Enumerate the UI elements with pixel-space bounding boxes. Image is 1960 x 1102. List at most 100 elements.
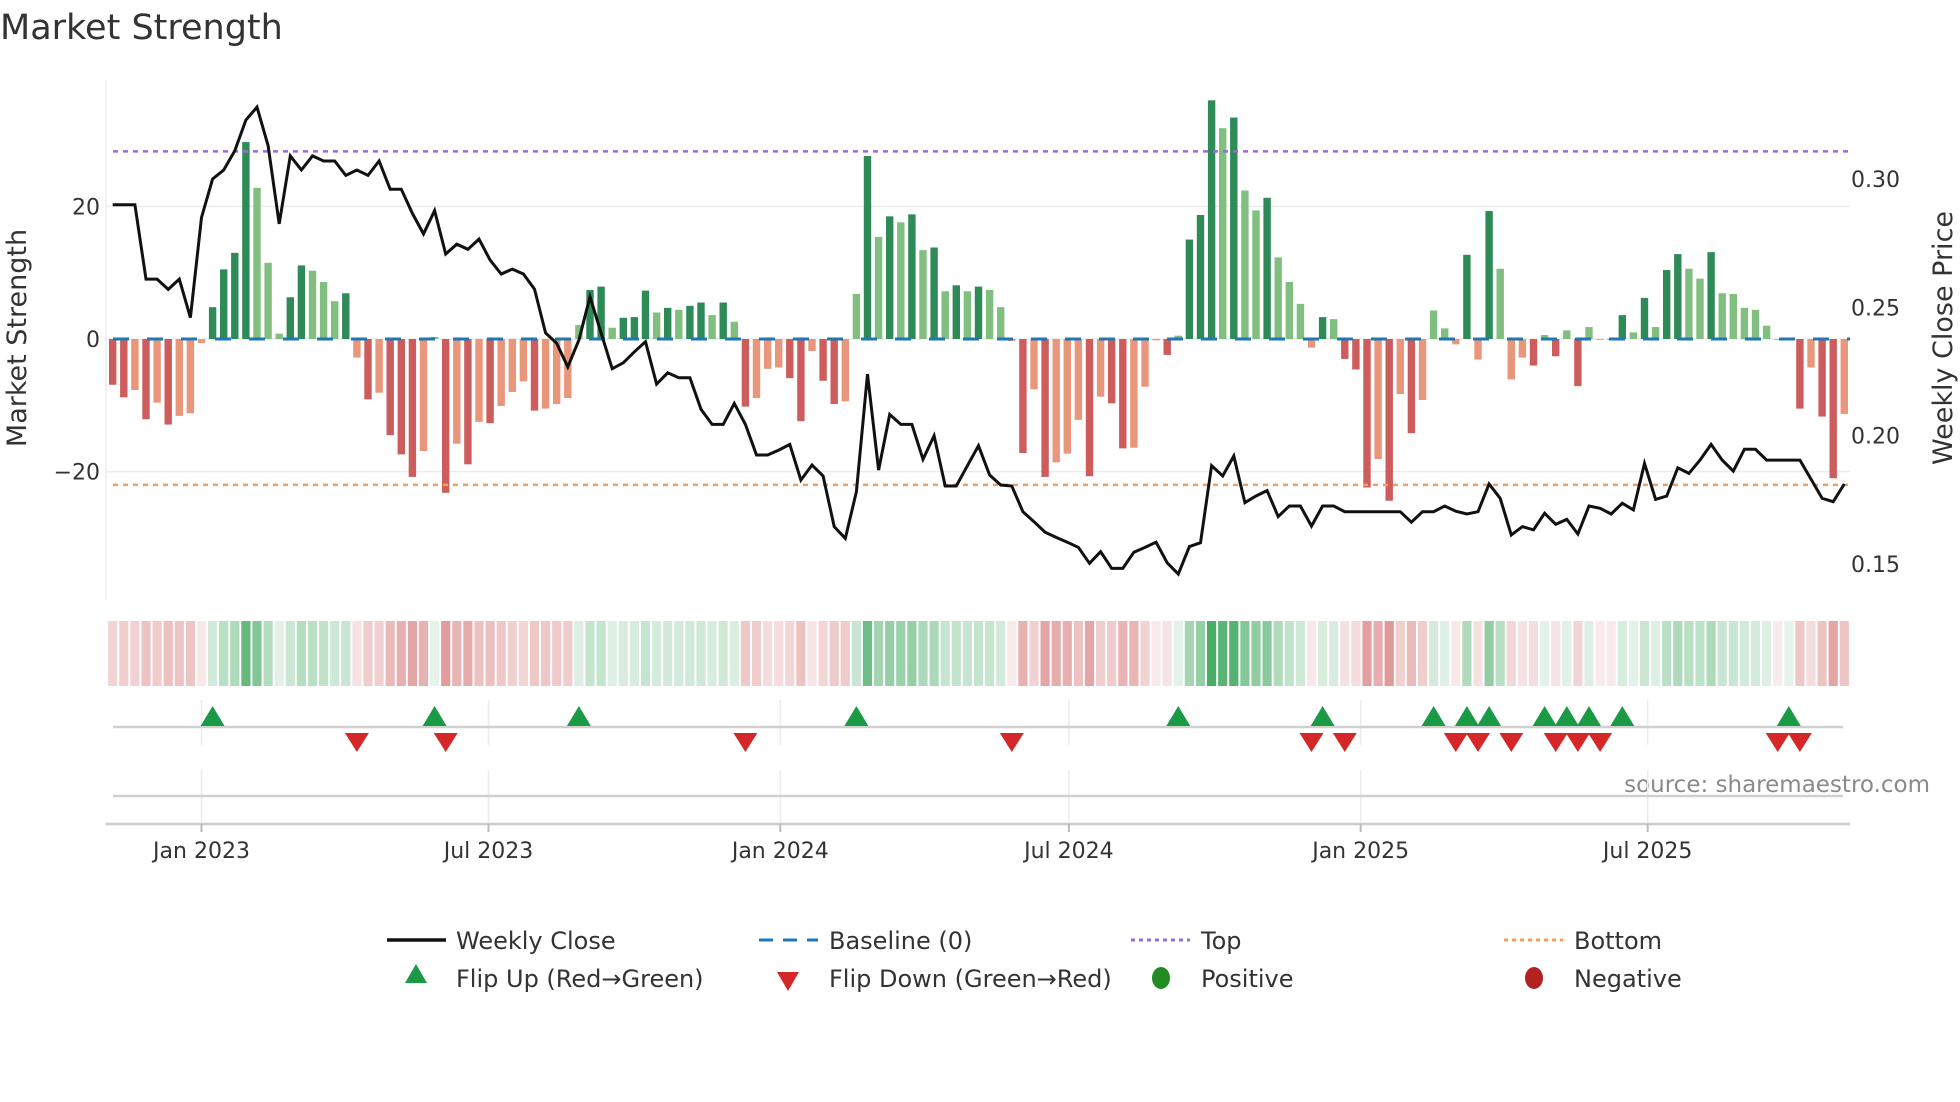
strength-bar — [930, 247, 938, 339]
strip-cell — [1229, 621, 1239, 686]
flip-up-marker — [1577, 706, 1601, 726]
strip-cell — [629, 621, 639, 686]
strip-cell — [718, 621, 728, 686]
strength-bar — [664, 307, 672, 339]
strip-cell — [452, 621, 462, 686]
strip-cell — [1739, 621, 1749, 686]
strip-cell — [363, 621, 373, 686]
flip-up-marker — [844, 706, 869, 726]
strip-cell — [507, 621, 517, 686]
strip-cell — [1018, 621, 1028, 686]
strip-cell — [130, 621, 140, 686]
flip-up-marker — [1166, 706, 1191, 726]
strength-bar — [131, 339, 139, 391]
strength-bar — [1063, 339, 1071, 454]
y2-tick-label: 0.30 — [1851, 168, 1900, 193]
strip-cell — [541, 621, 551, 686]
flip-down-marker — [1499, 733, 1524, 752]
strip-cell — [1495, 621, 1505, 686]
strip-cell — [1395, 621, 1405, 686]
strip-cell — [152, 621, 162, 686]
strip-cell — [707, 621, 717, 686]
source-label: source: sharemaestro.com — [1624, 772, 1930, 798]
strength-bar — [1318, 317, 1327, 339]
flip-markers — [113, 706, 1843, 798]
strip-cell — [1662, 621, 1672, 686]
legend-item-positive: Positive — [1152, 965, 1294, 993]
strip-cell — [951, 621, 961, 686]
strip-cell — [774, 621, 784, 686]
strip-cell — [1473, 621, 1483, 686]
strength-bar — [1141, 339, 1149, 387]
strip-cell — [119, 621, 129, 686]
strength-bar — [1507, 339, 1515, 380]
y-tick-label: 0 — [86, 328, 100, 353]
strip-cell — [352, 621, 362, 686]
strength-bar — [475, 339, 483, 422]
strip-cell — [885, 621, 895, 686]
strength-bar — [1818, 339, 1826, 417]
flip-down-marker — [999, 733, 1024, 752]
strength-bar — [1718, 293, 1726, 339]
strength-bar — [253, 187, 261, 339]
strip-cell — [374, 621, 384, 686]
strength-bar — [197, 339, 206, 343]
strength-bar — [1663, 270, 1671, 339]
strength-bar — [874, 236, 883, 339]
strength-bar — [1474, 339, 1482, 360]
flip-up-marker — [1610, 706, 1635, 726]
strength-bar — [997, 307, 1005, 339]
strip-cell — [230, 621, 240, 686]
legend-item-flip-up: Flip Up (Red→Green) — [405, 964, 704, 993]
strip-cell — [1240, 621, 1250, 686]
legend: Weekly Close Baseline (0) Top Bottom Fli… — [387, 927, 1682, 993]
strip-cell — [1373, 621, 1383, 686]
legend-label: Flip Up (Red→Green) — [456, 965, 704, 993]
strip-cell — [1606, 621, 1616, 686]
strip-cell — [252, 621, 262, 686]
strength-bar — [442, 339, 450, 493]
strip-cell — [1218, 621, 1228, 686]
x-tick-label: Jul 2025 — [1601, 839, 1693, 864]
strip-cell — [785, 621, 795, 686]
strip-cell — [552, 621, 562, 686]
strength-bar — [1496, 268, 1504, 339]
legend-item-bottom: Bottom — [1504, 927, 1662, 955]
strip-cell — [1029, 621, 1039, 686]
strip-cell — [1528, 621, 1539, 686]
strength-bar — [1762, 325, 1771, 339]
flip-up-marker — [422, 706, 447, 726]
strip-cell — [496, 621, 506, 686]
strip-cell — [1795, 621, 1805, 686]
y2-tick-label: 0.15 — [1851, 553, 1900, 578]
strength-bar — [208, 307, 217, 339]
y2-tick-label: 0.25 — [1851, 296, 1900, 321]
triangle-up-icon — [405, 964, 427, 983]
strength-bar — [686, 305, 694, 339]
strip-cell — [1262, 621, 1272, 686]
strip-cell — [1773, 621, 1783, 686]
strip-cell — [685, 621, 695, 686]
strip-cell — [396, 621, 406, 686]
strength-bar — [486, 339, 494, 424]
legend-label: Top — [1200, 927, 1242, 955]
strength-bars — [109, 100, 1848, 501]
strip-cell — [1651, 621, 1661, 686]
strip-cell — [807, 621, 817, 686]
legend-item-flip-down: Flip Down (Green→Red) — [777, 965, 1112, 993]
strength-bar — [1163, 339, 1171, 355]
strip-cell — [1784, 621, 1794, 686]
strip-cell — [640, 621, 651, 686]
strip-cell — [851, 621, 861, 686]
strip-cell — [1384, 621, 1394, 686]
strength-bar — [841, 339, 849, 402]
strip-cell — [208, 621, 218, 686]
legend-label: Bottom — [1574, 927, 1662, 955]
strip-cell — [385, 621, 395, 686]
strip-cell — [1284, 621, 1294, 686]
strength-bar — [1263, 197, 1271, 339]
strip-cell — [674, 621, 684, 686]
strip-cell — [1340, 621, 1350, 686]
flip-down-marker — [344, 733, 369, 752]
strength-bar — [1085, 339, 1094, 477]
